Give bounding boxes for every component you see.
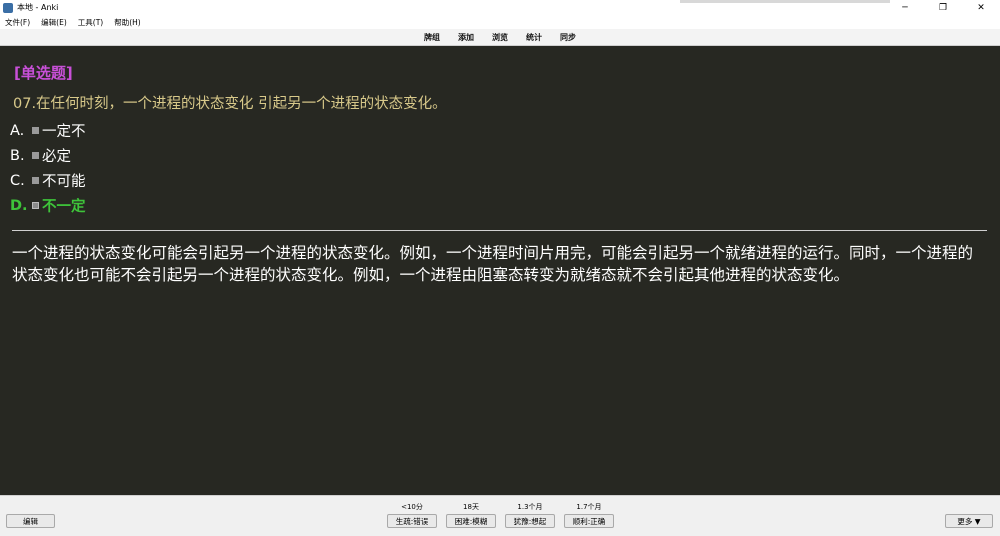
- minimize-icon[interactable]: ─: [886, 0, 924, 15]
- option-letter: A.: [10, 122, 25, 139]
- window-controls: ─ ❐ ✕: [886, 0, 1000, 15]
- toolbar-stats[interactable]: 统计: [526, 32, 542, 43]
- answer-divider: [12, 230, 987, 231]
- hard-button[interactable]: 困难:模糊: [446, 514, 496, 528]
- option-text: 必定: [42, 149, 71, 165]
- question-type: [单选题]: [14, 64, 73, 82]
- easy-button[interactable]: 顺利:正确: [564, 514, 614, 528]
- interval-good: 1.3个月: [517, 503, 543, 511]
- option-letter: D.: [10, 197, 28, 214]
- toolbar-sync[interactable]: 同步: [560, 32, 576, 43]
- title-shadow: [680, 0, 890, 3]
- option-c: C. 不可能: [10, 170, 86, 191]
- question-text: 07.在任何时刻，一个进程的状态变化 引起另一个进程的状态变化。: [13, 96, 447, 112]
- option-text: 不可能: [42, 174, 86, 190]
- close-icon[interactable]: ✕: [962, 0, 1000, 15]
- interval-easy: 1.7个月: [576, 503, 602, 511]
- toolbar-decks[interactable]: 牌组: [424, 32, 440, 43]
- checkbox-icon: [32, 127, 39, 134]
- interval-hard: 18天: [463, 503, 479, 511]
- option-text: 不一定: [42, 199, 86, 215]
- edit-button[interactable]: 编辑: [6, 514, 55, 528]
- option-letter: B.: [10, 147, 25, 164]
- menu-bar: 文件(F) 编辑(E) 工具(T) 帮助(H): [0, 15, 1000, 29]
- menu-help[interactable]: 帮助(H): [114, 17, 141, 28]
- explanation-text: 一个进程的状态变化可能会引起另一个进程的状态变化。例如，一个进程时间片用完，可能…: [12, 244, 974, 284]
- menu-edit[interactable]: 编辑(E): [41, 17, 67, 28]
- main-toolbar: 牌组 添加 浏览 统计 同步: [0, 29, 1000, 46]
- maximize-icon[interactable]: ❐: [924, 0, 962, 15]
- option-text: 一定不: [42, 124, 86, 140]
- window-title: 本地 - Anki: [17, 3, 59, 12]
- more-button[interactable]: 更多 ▼: [945, 514, 993, 528]
- review-bottom-bar: 编辑 <10分 18天 1.3个月 1.7个月 生疏:错误 困难:模糊 犹豫:想…: [0, 495, 1000, 536]
- option-a: A. 一定不: [10, 120, 86, 141]
- option-d-correct: D. 不一定: [10, 195, 86, 216]
- checkbox-icon: [32, 152, 39, 159]
- again-button[interactable]: 生疏:错误: [387, 514, 437, 528]
- toolbar-add[interactable]: 添加: [458, 32, 474, 43]
- menu-tools[interactable]: 工具(T): [78, 17, 103, 28]
- good-button[interactable]: 犹豫:想起: [505, 514, 555, 528]
- card-view: [单选题] 07.在任何时刻，一个进程的状态变化 引起另一个进程的状态变化。 A…: [0, 46, 1000, 495]
- checked-checkbox-icon: [32, 202, 39, 209]
- option-letter: C.: [10, 172, 25, 189]
- toolbar-browse[interactable]: 浏览: [492, 32, 508, 43]
- anki-app-icon: [3, 2, 13, 13]
- option-b: B. 必定: [10, 145, 71, 166]
- checkbox-icon: [32, 177, 39, 184]
- menu-file[interactable]: 文件(F): [5, 17, 30, 28]
- title-bar: 本地 - Anki ─ ❐ ✕: [0, 0, 1000, 15]
- interval-again: <10分: [401, 503, 423, 511]
